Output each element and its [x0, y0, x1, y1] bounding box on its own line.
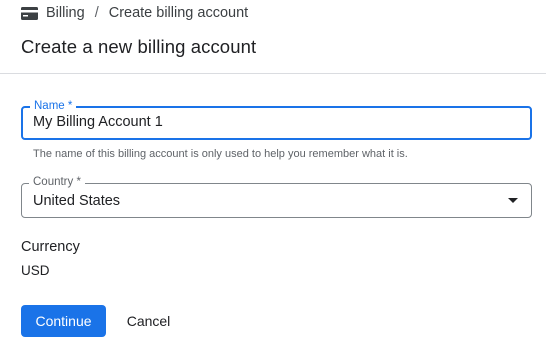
breadcrumb: Billing / Create billing account — [21, 3, 248, 23]
create-billing-account-page: Billing / Create billing account Create … — [0, 0, 546, 359]
breadcrumb-separator: / — [94, 5, 99, 21]
currency-value: USD — [21, 263, 50, 278]
name-input[interactable] — [33, 114, 513, 130]
breadcrumb-current: Create billing account — [108, 5, 249, 21]
page-title: Create a new billing account — [21, 36, 257, 57]
header-divider — [0, 73, 546, 74]
breadcrumb-billing-link[interactable]: Billing — [46, 5, 85, 21]
continue-button[interactable]: Continue — [21, 305, 106, 337]
name-field-label: Name * — [30, 99, 77, 113]
country-field-label: Country * — [29, 175, 85, 189]
dropdown-arrow-icon[interactable] — [508, 198, 518, 203]
currency-label: Currency — [21, 239, 80, 255]
billing-card-icon — [21, 6, 38, 20]
cancel-button[interactable]: Cancel — [116, 305, 181, 337]
country-select[interactable]: Country * United States — [21, 175, 532, 218]
name-field-hint: The name of this billing account is only… — [33, 148, 408, 160]
country-selected-value: United States — [33, 193, 121, 209]
name-field[interactable]: Name * — [21, 99, 532, 140]
